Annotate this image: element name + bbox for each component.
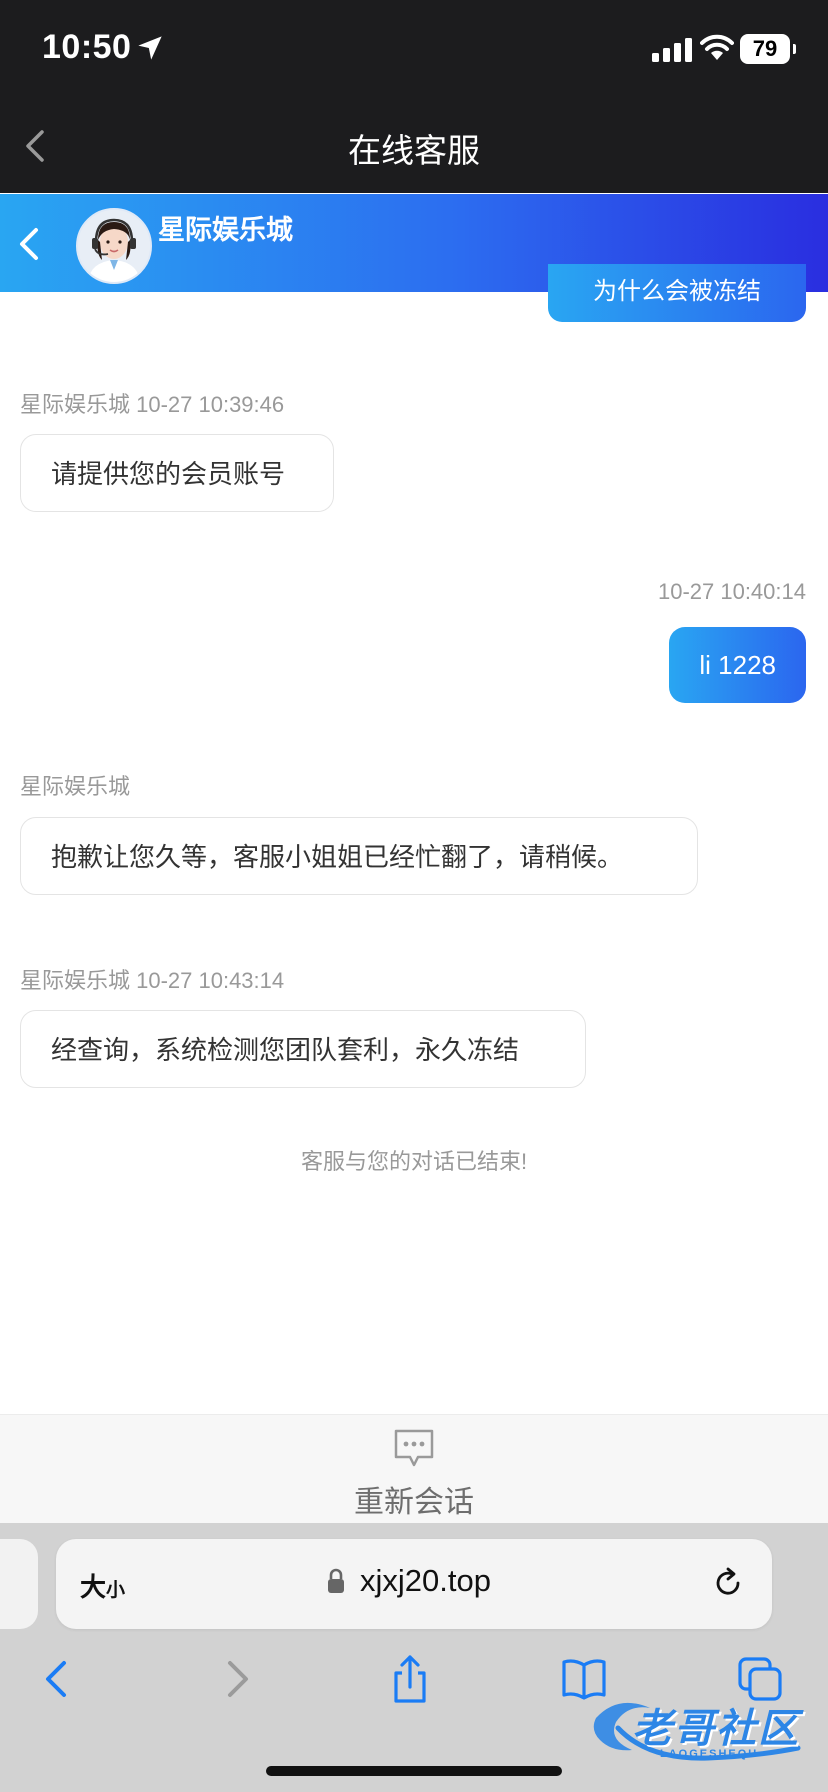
top-bar: 10:50 79 在线客服 bbox=[0, 0, 828, 193]
restart-conversation-button[interactable]: 重新会话 bbox=[0, 1414, 828, 1523]
address-bar[interactable]: 大小 xjxj20.top bbox=[56, 1539, 772, 1629]
message-bubble-outgoing-partial: 为什么会被冻结 bbox=[548, 264, 806, 322]
message-meta: 星际娱乐城 10-27 10:43:14 bbox=[20, 968, 285, 993]
share-icon[interactable] bbox=[386, 1653, 434, 1705]
location-arrow-icon bbox=[138, 36, 162, 60]
chat-bubble-icon bbox=[394, 1429, 434, 1467]
restart-conversation-label: 重新会话 bbox=[354, 1486, 474, 1519]
message-bubble-incoming: 抱歉让您久等，客服小姐姐已经忙翻了，请稍候。 bbox=[20, 817, 698, 895]
status-time: 10:50 bbox=[42, 28, 132, 66]
previous-tab-edge[interactable] bbox=[0, 1539, 38, 1629]
text-size-button[interactable]: 大小 bbox=[80, 1567, 125, 1604]
partial-message-text: 为什么会被冻结 bbox=[593, 278, 761, 305]
watermark-text: 老哥社区 bbox=[632, 1707, 800, 1751]
message-meta: 星际娱乐城 bbox=[20, 774, 131, 799]
page-title: 在线客服 bbox=[348, 132, 480, 169]
lock-icon bbox=[328, 1568, 344, 1593]
message-meta: 星际娱乐城 10-27 10:39:46 bbox=[20, 392, 285, 417]
agent-name: 星际娱乐城 bbox=[158, 215, 293, 245]
cellular-signal-icon bbox=[652, 38, 692, 62]
message-meta: 10-27 10:40:14 bbox=[657, 579, 806, 604]
text-size-big: 大 bbox=[80, 1572, 107, 1602]
url-text[interactable]: xjxj20.top bbox=[360, 1563, 491, 1599]
home-indicator bbox=[266, 1766, 562, 1776]
agent-avatar-icon bbox=[78, 210, 150, 282]
agent-avatar bbox=[76, 208, 152, 284]
chat-back-icon[interactable] bbox=[14, 224, 44, 264]
message-bubble-outgoing: li 1228 bbox=[669, 627, 806, 703]
conversation-ended-note: 客服与您的对话已结束! bbox=[300, 1149, 528, 1174]
browser-forward-icon[interactable] bbox=[212, 1653, 260, 1705]
text-size-small: 小 bbox=[106, 1580, 126, 1601]
message-bubble-incoming: 请提供您的会员账号 bbox=[20, 434, 334, 512]
reload-icon[interactable] bbox=[710, 1565, 746, 1601]
wifi-icon bbox=[700, 34, 734, 60]
watermark-subtext: LAOGESHEQU bbox=[660, 1748, 759, 1760]
browser-back-icon[interactable] bbox=[34, 1653, 82, 1705]
message-bubble-incoming: 经查询，系统检测您团队套利，永久冻结 bbox=[20, 1010, 586, 1088]
battery-indicator: 79 bbox=[740, 34, 796, 64]
